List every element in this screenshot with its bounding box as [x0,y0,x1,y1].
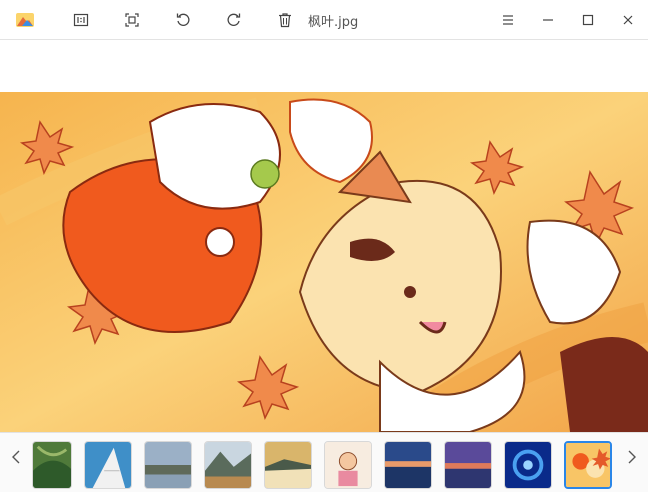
thumbnail-mountain-village[interactable] [204,441,252,489]
trash-icon [279,13,291,28]
thumbnail-lakeside-town[interactable] [144,441,192,489]
displayed-image [0,92,648,432]
thumbnail-sunset-coast[interactable] [384,441,432,489]
window-title: 枫叶.jpg [308,15,359,30]
thumbnail-white-building[interactable] [84,441,132,489]
minimize-icon [543,19,553,21]
menu-button[interactable] [496,8,520,32]
fit-window-button[interactable] [120,8,144,32]
app-logo-icon [13,8,37,32]
close-icon [623,15,633,25]
actual-size-button[interactable] [69,8,93,32]
thumbnail-purple-dusk-lake[interactable] [444,441,492,489]
previous-button[interactable] [4,445,28,469]
thumbnail-blue-swirl[interactable] [504,441,552,489]
image-canvas[interactable] [0,40,648,432]
minimize-button[interactable] [536,8,560,32]
maximize-button[interactable] [576,8,600,32]
maximize-icon [582,14,594,26]
close-button[interactable] [616,8,640,32]
thumbnail-autumn-cats[interactable] [564,441,612,489]
fit-window-icon [125,13,139,27]
chevron-right-icon [628,450,636,464]
delete-button[interactable] [273,8,297,32]
rotate-right-icon [227,13,241,26]
thumbnail-cartoon-sketch[interactable] [324,441,372,489]
chevron-left-icon [12,450,20,464]
thumbnail-strip [0,432,648,492]
title-bar: 枫叶.jpg [0,0,648,40]
hamburger-menu-icon [503,15,513,25]
thumbnail-landscape-aerial[interactable] [32,441,72,489]
thumbnail-sea-of-clouds[interactable] [264,441,312,489]
actual-size-icon [73,13,89,27]
rotate-left-button[interactable] [171,8,195,32]
next-button[interactable] [620,445,644,469]
rotate-right-button[interactable] [222,8,246,32]
rotate-left-icon [176,13,190,26]
